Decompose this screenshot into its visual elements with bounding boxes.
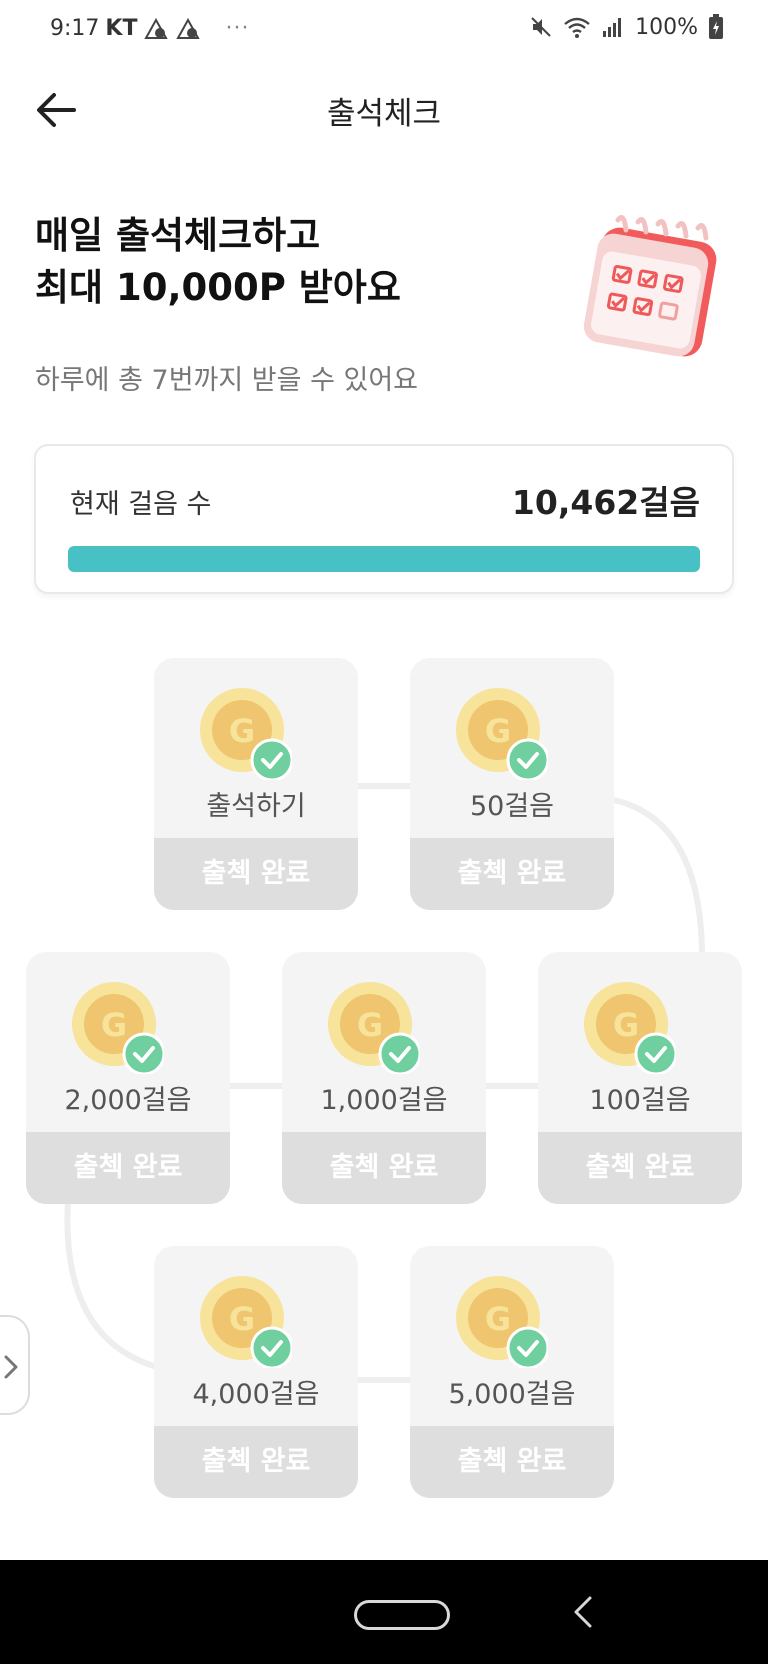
status-right: 100% <box>529 14 724 40</box>
coin-icon: G <box>72 982 164 1074</box>
coin-icon: G <box>328 982 420 1074</box>
coin-letter: G <box>485 1300 511 1338</box>
reward-card-50-steps[interactable]: G 50걸음 출첵 완료 <box>410 658 614 910</box>
reward-status: 출첵 완료 <box>410 838 614 910</box>
status-more-dots: ··· <box>225 16 250 41</box>
check-icon <box>506 1326 548 1368</box>
coin-icon: G <box>456 688 548 780</box>
reward-label: 5,000걸음 <box>448 1379 576 1410</box>
reward-label: 1,000걸음 <box>320 1085 448 1116</box>
battery-percent: 100% <box>635 14 698 40</box>
reward-label: 출석하기 <box>206 791 306 822</box>
reward-card-4000-steps[interactable]: G 4,000걸음 출첵 완료 <box>154 1246 358 1498</box>
reward-card-2000-steps[interactable]: G 2,000걸음 출첵 완료 <box>26 952 230 1204</box>
system-nav-bar <box>0 1560 768 1664</box>
coin-letter: G <box>229 1300 255 1338</box>
notification-icon <box>144 17 169 39</box>
coin-icon: G <box>584 982 676 1074</box>
coin-icon: G <box>200 1276 292 1368</box>
hero-subtitle: 하루에 총 7번까지 받을 수 있어요 <box>35 365 419 396</box>
wifi-icon <box>564 17 590 38</box>
calendar-icon <box>583 215 717 357</box>
reward-card-attendance[interactable]: G 출석하기 출첵 완료 <box>154 658 358 910</box>
reward-card-100-steps[interactable]: G 100걸음 출첵 완료 <box>538 952 742 1204</box>
check-icon <box>250 738 292 780</box>
step-count-label: 현재 걸음 수 <box>70 489 212 520</box>
mute-icon <box>531 17 551 37</box>
status-left: 9:17 KT ··· <box>50 16 249 41</box>
notification-icon <box>176 17 201 39</box>
signal-icon <box>603 18 622 37</box>
check-icon <box>250 1326 292 1368</box>
check-icon <box>634 1032 676 1074</box>
coin-letter: G <box>613 1006 639 1044</box>
hero-title: 매일 출석체크하고 최대 10,000P 받아요 <box>35 214 401 309</box>
check-icon <box>378 1032 420 1074</box>
reward-status: 출첵 완료 <box>410 1426 614 1498</box>
reward-label: 2,000걸음 <box>64 1085 192 1116</box>
nav-back-icon[interactable] <box>570 1594 594 1630</box>
status-bar: 9:17 KT ··· 100% <box>0 0 768 58</box>
reward-card-1000-steps[interactable]: G 1,000걸음 출첵 완료 <box>282 952 486 1204</box>
side-panel-handle[interactable] <box>0 1315 30 1415</box>
coin-letter: G <box>485 712 511 750</box>
coin-letter: G <box>357 1006 383 1044</box>
reward-label: 4,000걸음 <box>192 1379 320 1410</box>
coin-letter: G <box>101 1006 127 1044</box>
reward-status: 출첵 완료 <box>26 1132 230 1204</box>
coin-icon: G <box>200 688 292 780</box>
reward-status: 출첵 완료 <box>154 1426 358 1498</box>
battery-charging-icon <box>709 14 723 39</box>
reward-status: 출첵 완료 <box>538 1132 742 1204</box>
header: 출석체크 <box>0 70 768 150</box>
page-title: 출석체크 <box>326 96 442 132</box>
reward-status: 출첵 완료 <box>154 838 358 910</box>
status-time: 9:17 <box>50 16 100 41</box>
coin-icon: G <box>456 1276 548 1368</box>
step-progress-bar <box>68 546 700 572</box>
reward-label: 100걸음 <box>589 1085 691 1116</box>
step-count-card: 현재 걸음 수 10,462걸음 <box>34 444 734 594</box>
step-count-value: 10,462걸음 <box>511 483 700 522</box>
nav-home-button[interactable] <box>354 1600 450 1630</box>
reward-card-5000-steps[interactable]: G 5,000걸음 출첵 완료 <box>410 1246 614 1498</box>
reward-label: 50걸음 <box>469 791 555 822</box>
check-icon <box>506 738 548 780</box>
step-progress-fill <box>68 546 700 572</box>
coin-letter: G <box>229 712 255 750</box>
status-carrier: KT <box>105 16 138 41</box>
chevron-right-icon <box>4 1355 18 1379</box>
reward-status: 출첵 완료 <box>282 1132 486 1204</box>
check-icon <box>122 1032 164 1074</box>
